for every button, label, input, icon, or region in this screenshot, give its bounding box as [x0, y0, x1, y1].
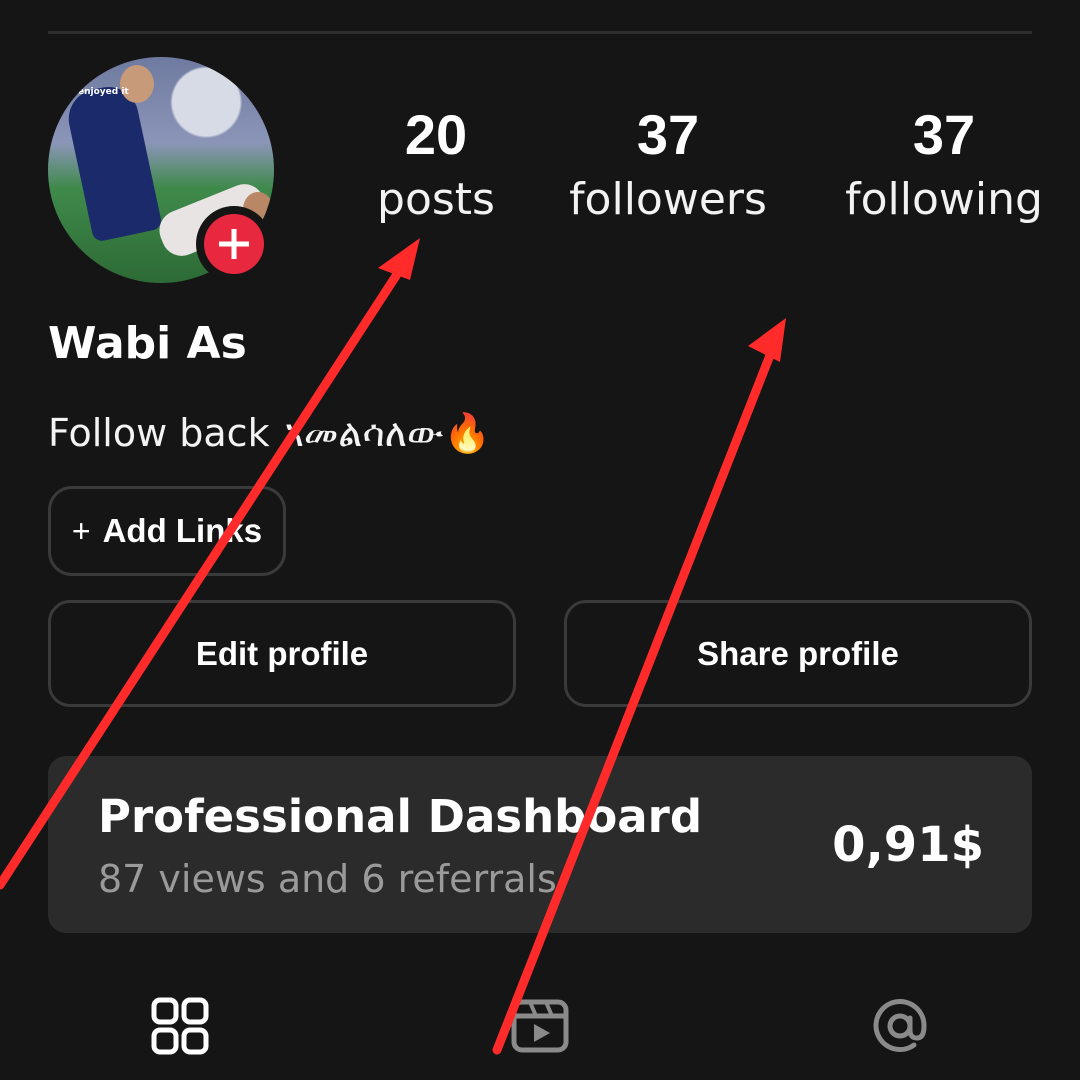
tab-mentions[interactable]: [870, 996, 930, 1056]
dashboard-subtitle: 87 views and 6 referrals: [98, 857, 557, 901]
tab-grid[interactable]: [150, 996, 210, 1056]
following-label: following: [845, 174, 1043, 225]
grid-icon: [151, 997, 209, 1055]
profile-name: Wabi As: [48, 318, 247, 369]
following-count: 37: [912, 103, 976, 166]
avatar-watermark: enjoyed it: [78, 87, 129, 97]
edit-profile-button[interactable]: Edit profile: [48, 600, 516, 707]
add-links-button[interactable]: + Add Links: [48, 486, 286, 576]
mentions-icon: [873, 999, 927, 1052]
dashboard-title: Professional Dashboard: [98, 790, 703, 843]
stat-following[interactable]: 37 following: [826, 100, 1062, 230]
edit-profile-label: Edit profile: [195, 634, 369, 672]
posts-label: posts: [377, 174, 495, 225]
reels-icon: [511, 999, 569, 1053]
stat-posts[interactable]: 20 posts: [362, 100, 510, 230]
share-profile-button[interactable]: Share profile: [564, 600, 1032, 707]
tab-reels[interactable]: [510, 996, 570, 1056]
dashboard-amount: 0,91$: [832, 817, 984, 873]
followers-count: 37: [636, 103, 700, 166]
stat-followers[interactable]: 37 followers: [550, 100, 786, 230]
posts-count: 20: [404, 103, 468, 166]
add-links-label: Add Links: [102, 512, 263, 549]
avatar-photo-figure: [120, 65, 154, 103]
plus-icon: +: [71, 512, 91, 549]
top-divider: [48, 31, 1032, 34]
share-profile-label: Share profile: [697, 634, 899, 672]
followers-label: followers: [569, 174, 767, 225]
avatar-photo-figure: [63, 81, 163, 243]
professional-dashboard-card[interactable]: Professional Dashboard 87 views and 6 re…: [48, 756, 1032, 933]
profile-bio: Follow back አመልሳለው🔥: [48, 411, 491, 455]
add-story-button[interactable]: [196, 206, 272, 282]
plus-icon: [204, 214, 264, 274]
